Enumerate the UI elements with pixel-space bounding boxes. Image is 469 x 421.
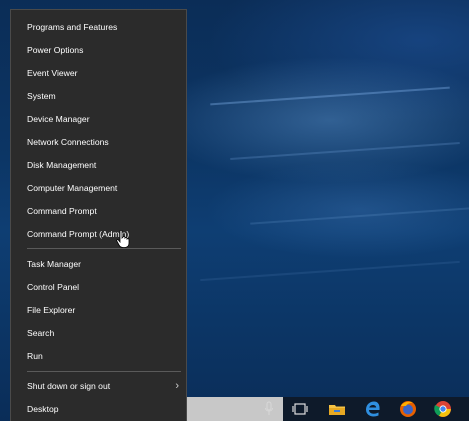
firefox-icon[interactable] (399, 400, 417, 418)
menu-item-system[interactable]: System (11, 85, 187, 107)
microphone-icon[interactable] (264, 401, 274, 417)
menu-item-network-connections[interactable]: Network Connections (11, 131, 187, 153)
menu-item-task-manager[interactable]: Task Manager (11, 253, 187, 275)
wallpaper-light-streak (250, 207, 469, 225)
menu-item-command-prompt-admin[interactable]: Command Prompt (Admin) (11, 223, 187, 245)
menu-item-power-options[interactable]: Power Options (11, 39, 187, 61)
wallpaper-light-streak (230, 141, 460, 161)
menu-item-search[interactable]: Search (11, 322, 187, 344)
menu-item-desktop[interactable]: Desktop (11, 398, 187, 420)
menu-separator (27, 371, 181, 372)
menu-item-command-prompt[interactable]: Command Prompt (11, 200, 187, 222)
file-explorer-icon[interactable] (328, 400, 346, 418)
winx-quick-link-menu: Programs and Features Power Options Even… (10, 9, 187, 421)
menu-item-file-explorer[interactable]: File Explorer (11, 299, 187, 321)
menu-item-label: Shut down or sign out (27, 381, 111, 391)
edge-icon[interactable] (364, 400, 382, 418)
hand-pointer-cursor-icon (116, 230, 130, 248)
menu-separator (27, 248, 181, 249)
chrome-icon[interactable] (434, 400, 452, 418)
task-view-icon[interactable] (291, 400, 309, 418)
menu-item-disk-management[interactable]: Disk Management (11, 154, 187, 176)
menu-item-computer-management[interactable]: Computer Management (11, 177, 187, 199)
wallpaper-light-streak (210, 86, 450, 106)
menu-item-event-viewer[interactable]: Event Viewer (11, 62, 187, 84)
menu-item-run[interactable]: Run (11, 345, 187, 367)
menu-item-control-panel[interactable]: Control Panel (11, 276, 187, 298)
menu-item-shut-down-or-sign-out[interactable]: Shut down or sign out › (11, 375, 187, 397)
chevron-right-icon: › (175, 380, 179, 392)
menu-item-device-manager[interactable]: Device Manager (11, 108, 187, 130)
menu-item-programs-and-features[interactable]: Programs and Features (11, 16, 187, 38)
wallpaper-light-streak (200, 260, 460, 282)
